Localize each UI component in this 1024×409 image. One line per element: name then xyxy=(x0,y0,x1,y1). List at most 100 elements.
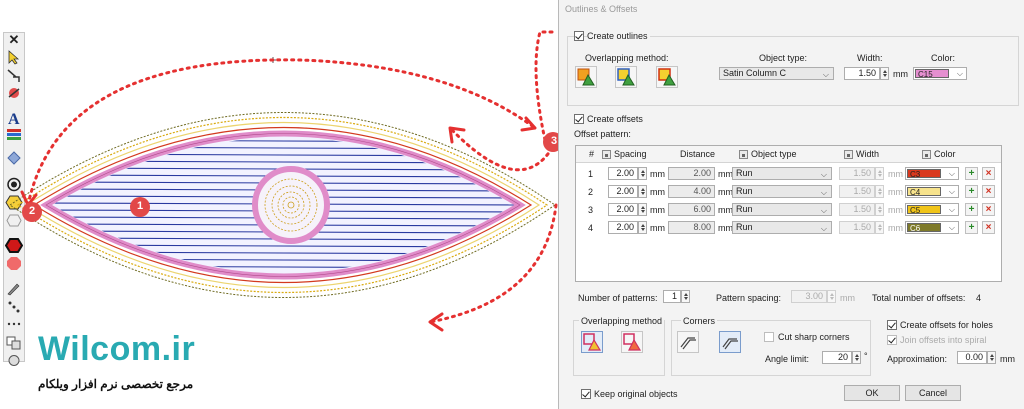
corners-group-label: Corners xyxy=(681,316,718,326)
chevron-down-icon: ⌵ xyxy=(956,69,963,78)
cancel-button[interactable]: Cancel xyxy=(905,385,961,401)
create-outlines-checkbox[interactable] xyxy=(574,31,584,41)
header-width[interactable]: Width xyxy=(844,149,879,159)
lock-icon[interactable] xyxy=(602,150,611,159)
table-row[interactable]: 4 2.00 mm 8.00 mm Run ⌵ 1.50 mm C6 ⌵ + × xyxy=(576,220,1001,238)
create-outlines-label: Create outlines xyxy=(587,31,650,41)
pattern-spacing-input: 3.00 xyxy=(791,290,827,303)
delete-row-icon[interactable]: × xyxy=(982,221,995,234)
keep-original-checkbox[interactable] xyxy=(581,389,591,399)
offset-pattern-label: Offset pattern: xyxy=(574,129,631,139)
approximation-spinner[interactable] xyxy=(987,351,996,364)
header-color[interactable]: Color xyxy=(922,149,956,159)
row-color-select[interactable]: C3 ⌵ xyxy=(905,167,959,180)
spacing-input[interactable]: 2.00 xyxy=(608,185,638,198)
number-of-patterns-input[interactable]: 1 xyxy=(663,290,681,303)
add-row-icon[interactable]: + xyxy=(965,221,978,234)
width-spinner xyxy=(875,167,884,180)
lock-icon[interactable] xyxy=(739,150,748,159)
offset-overlap-2-icon xyxy=(623,333,642,351)
overlap-method-3-icon xyxy=(658,68,676,86)
distance-value: 4.00 xyxy=(668,185,715,198)
overlap-method-2-button[interactable] xyxy=(615,66,637,88)
unit-label: mm xyxy=(718,187,733,197)
add-row-icon[interactable]: + xyxy=(965,203,978,216)
delete-row-icon[interactable]: × xyxy=(982,185,995,198)
row-num: 1 xyxy=(588,169,594,179)
object-type-select[interactable]: Run ⌵ xyxy=(732,221,832,234)
spacing-input[interactable]: 2.00 xyxy=(608,221,638,234)
angle-limit-spinner[interactable] xyxy=(852,351,861,364)
header-spacing[interactable]: Spacing xyxy=(602,149,647,159)
create-offsets-holes-checkbox[interactable] xyxy=(887,320,897,330)
outline-color-swatch: C15 xyxy=(915,69,949,79)
approximation-input[interactable]: 0.00 xyxy=(957,351,987,364)
unit-label: mm xyxy=(718,223,733,233)
total-offsets-label: Total number of offsets: xyxy=(872,293,966,303)
width-spinner xyxy=(875,203,884,216)
number-of-patterns-spinner[interactable] xyxy=(681,290,690,303)
cut-sharp-corners-checkbox[interactable] xyxy=(764,332,774,342)
chevron-down-icon: ⌵ xyxy=(822,70,829,79)
angle-limit-input[interactable]: 20 xyxy=(822,351,852,364)
object-type-select[interactable]: Run ⌵ xyxy=(732,203,832,216)
add-row-icon[interactable]: + xyxy=(965,167,978,180)
object-type-value: Run xyxy=(736,222,753,232)
number-of-patterns-label: Number of patterns: xyxy=(578,293,658,303)
header-object-type[interactable]: Object type xyxy=(739,149,797,159)
object-type-value: Satin Column C xyxy=(723,68,787,78)
row-color-select[interactable]: C6 ⌵ xyxy=(905,221,959,234)
unit-label: mm xyxy=(888,223,903,233)
lock-icon[interactable] xyxy=(922,150,931,159)
approximation-label: Approximation: xyxy=(887,354,948,364)
lock-icon[interactable] xyxy=(844,150,853,159)
object-type-select[interactable]: Run ⌵ xyxy=(732,167,832,180)
unit-label: mm xyxy=(718,169,733,179)
object-type-select[interactable]: Run ⌵ xyxy=(732,185,832,198)
table-row[interactable]: 1 2.00 mm 2.00 mm Run ⌵ 1.50 mm C3 ⌵ + × xyxy=(576,166,1001,184)
row-color-swatch: C5 xyxy=(907,205,941,215)
overlap-method-1-button[interactable] xyxy=(575,66,597,88)
outline-color-select[interactable]: C15 ⌵ xyxy=(913,67,967,80)
overlap-method-3-button[interactable] xyxy=(656,66,678,88)
distance-value: 2.00 xyxy=(668,167,715,180)
dialog-title: Outlines & Offsets xyxy=(565,4,638,14)
pupil-satin-ring xyxy=(252,166,330,244)
row-color-select[interactable]: C4 ⌵ xyxy=(905,185,959,198)
outline-width-spinner[interactable] xyxy=(880,67,889,80)
offset-overlap-method-2-button[interactable] xyxy=(621,331,643,353)
spacing-spinner[interactable] xyxy=(638,185,647,198)
spacing-spinner[interactable] xyxy=(638,203,647,216)
angle-limit-label: Angle limit: xyxy=(765,354,810,364)
object-type-label: Object type: xyxy=(759,53,808,63)
create-offsets-checkbox[interactable] xyxy=(574,114,584,124)
offset-overlap-method-1-button[interactable] xyxy=(581,331,603,353)
overlap-method-2-icon xyxy=(617,68,635,86)
chevron-down-icon: ⌵ xyxy=(948,223,955,232)
spacing-input[interactable]: 2.00 xyxy=(608,203,638,216)
spacing-spinner[interactable] xyxy=(638,221,647,234)
table-row[interactable]: 3 2.00 mm 6.00 mm Run ⌵ 1.50 mm C5 ⌵ + × xyxy=(576,202,1001,220)
delete-row-icon[interactable]: × xyxy=(982,203,995,216)
chevron-down-icon: ⌵ xyxy=(948,169,955,178)
outline-width-input[interactable]: 1.50 xyxy=(844,67,880,80)
row-num: 4 xyxy=(588,223,594,233)
ok-button[interactable]: OK xyxy=(844,385,900,401)
distance-value: 8.00 xyxy=(668,221,715,234)
row-color-select[interactable]: C5 ⌵ xyxy=(905,203,959,216)
offset-pattern-table: # Spacing Distance Object type Width Col… xyxy=(575,145,1002,282)
delete-row-icon[interactable]: × xyxy=(982,167,995,180)
chevron-down-icon: ⌵ xyxy=(820,188,827,197)
width-value: 1.50 xyxy=(839,221,875,234)
spacing-spinner[interactable] xyxy=(638,167,647,180)
unit-label: mm xyxy=(888,187,903,197)
add-row-icon[interactable]: + xyxy=(965,185,978,198)
distance-value: 6.00 xyxy=(668,203,715,216)
corner-style-1-button[interactable] xyxy=(677,331,699,353)
outline-width-unit: mm xyxy=(893,69,908,79)
brand-logo-text: Wilcom.ir xyxy=(38,330,196,368)
table-row[interactable]: 2 2.00 mm 4.00 mm Run ⌵ 1.50 mm C4 ⌵ + × xyxy=(576,184,1001,202)
corner-style-2-button[interactable] xyxy=(719,331,741,353)
spacing-input[interactable]: 2.00 xyxy=(608,167,638,180)
object-type-select[interactable]: Satin Column C ⌵ xyxy=(719,67,834,80)
